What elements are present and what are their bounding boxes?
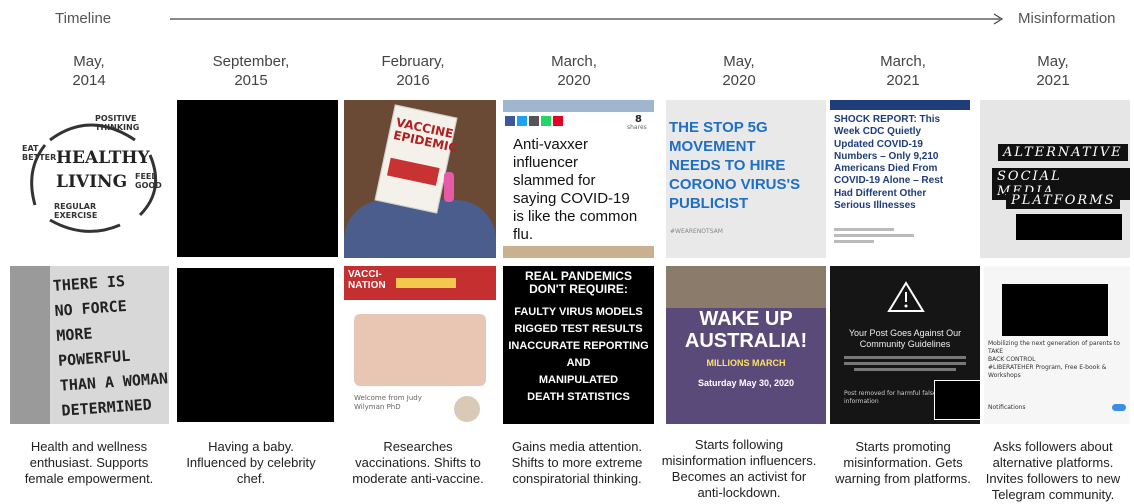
vacci-nation-banner: VACCI- NATION [348, 269, 386, 291]
channel-description: Mobilizing the next generation of parent… [988, 340, 1120, 379]
redacted-box [1016, 214, 1122, 240]
author-avatar [454, 396, 480, 422]
whatsapp-icon [541, 116, 551, 126]
byline-line-2 [834, 234, 914, 237]
timeline-label: Timeline [55, 10, 112, 27]
date-2014-05: May, 2014 [72, 53, 106, 89]
redacted-profile [1002, 284, 1108, 336]
redacted-thumbnail [934, 380, 980, 420]
date-2015-09: September, 2015 [212, 53, 290, 89]
regular-exercise-text: REGULAR EXERCISE [54, 202, 98, 220]
anti-vaxxer-headline: Anti-vaxxer influencer slammed for sayin… [513, 136, 638, 243]
healthy-living-center: HEALTHY LIVING [56, 148, 150, 192]
march-date-text: Saturday May 30, 2020 [697, 378, 795, 388]
stop-5g-meme: THE STOP 5G MOVEMENT NEEDS TO HIRE CORON… [666, 100, 826, 258]
caption-2015-09: Having a baby. Influenced by celebrity c… [186, 439, 316, 486]
notifications-toggle [1112, 404, 1126, 411]
article-topbar [503, 100, 654, 112]
community-guidelines-warning: Your Post Goes Against Our Community Gui… [830, 266, 980, 424]
banner-button [396, 278, 456, 288]
text-line-1 [844, 356, 966, 359]
byline-line-1 [834, 228, 894, 231]
date-2020-05: May, 2020 [722, 53, 756, 89]
pink-object [444, 172, 454, 202]
shock-report-headline: SHOCK REPORT: This Week CDC Quietly Upda… [834, 114, 944, 212]
caption-2020-03: Gains media attention. Shifts to more ex… [511, 439, 643, 486]
share-count-label: shares [627, 124, 647, 131]
alt-line-1: ALTERNATIVE [998, 144, 1128, 161]
misinformation-label: Misinformation [1018, 10, 1116, 27]
date-2021-03: March, 2021 [880, 53, 926, 89]
text-line-2 [844, 362, 966, 365]
date-2021-05: May, 2021 [1036, 53, 1070, 89]
real-pandemics-body: FAULTY VIRUS MODELS RIGGED TEST RESULTS … [508, 306, 649, 403]
feel-good-text: FEEL GOOD [135, 172, 162, 190]
positive-thinking-text: POSITIVE THINKING [95, 114, 140, 132]
redacted-image-2 [177, 268, 334, 422]
vacci-nation-page: VACCI- NATION Welcome from Judy Wilyman … [344, 266, 496, 424]
date-2016-02: February, 2016 [381, 53, 445, 89]
anti-vaxxer-article: 8 shares Anti-vaxxer influencer slammed … [503, 100, 654, 258]
stop-5g-text: THE STOP 5G MOVEMENT NEEDS TO HIRE CORON… [669, 119, 801, 212]
caption-2021-05: Asks followers about alternative platfor… [985, 439, 1121, 502]
no-force-text: THERE IS NO FORCE MORE POWERFUL THAN A W… [52, 272, 169, 424]
byline-line-3 [834, 240, 874, 243]
wall-shadow [10, 266, 50, 424]
warning-icon [887, 281, 925, 312]
telegram-channel-screen: Mobilizing the next generation of parent… [984, 266, 1130, 424]
wake-up-title: WAKE UP AUSTRALIA! [684, 308, 808, 352]
alternative-platforms-image: ALTERNATIVE SOCIAL MEDIA PLATFORMS [980, 100, 1130, 258]
twitter-icon [517, 116, 527, 126]
book-stripe [386, 157, 440, 186]
shock-report-article: SHOCK REPORT: This Week CDC Quietly Upda… [830, 100, 970, 258]
pinterest-icon [553, 116, 563, 126]
eat-better-text: EAT BETTER [22, 144, 57, 162]
date-2020-03: March, 2020 [551, 53, 597, 89]
email-icon [529, 116, 539, 126]
redacted-image [177, 100, 338, 257]
real-pandemics-meme: REAL PANDEMICS DON'T REQUIRE: FAULTY VIR… [503, 266, 654, 424]
notifications-label: Notifications [988, 404, 1026, 411]
site-header-bar [830, 100, 970, 110]
crowd-photo [666, 266, 826, 308]
vaccine-epidemic-title: VACCINE EPIDEMIC [392, 115, 459, 156]
vaccine-book-photo: VACCINE EPIDEMIC [344, 100, 496, 258]
alt-line-3: PLATFORMS [1006, 192, 1121, 209]
timeline-arrow [170, 13, 1004, 25]
welcome-text: Welcome from Judy Wilyman PhD [354, 394, 422, 411]
caption-2014-05: Health and wellness enthusiast. Supports… [24, 439, 154, 486]
article-photo-strip [503, 246, 654, 258]
text-line-3 [854, 368, 956, 371]
real-pandemics-title: REAL PANDEMICS DON'T REQUIRE: [525, 269, 632, 296]
healthy-living-image: HEALTHY LIVING POSITIVE THINKING FEEL GO… [10, 100, 170, 258]
post-removed-note: Post removed for harmful false informati… [844, 390, 937, 405]
guidelines-title: Your Post Goes Against Our Community Gui… [848, 328, 962, 349]
stop-5g-tag: #WEARENOTSAM [670, 228, 723, 235]
wake-up-australia-poster: WAKE UP AUSTRALIA! MILLIONS MARCH Saturd… [666, 266, 826, 424]
facebook-icon [505, 116, 515, 126]
millions-march-text: MILLIONS MARCH [706, 358, 786, 368]
caption-2020-05: Starts following misinformation influenc… [661, 437, 817, 500]
share-icons [505, 116, 575, 128]
no-force-poster: THERE IS NO FORCE MORE POWERFUL THAN A W… [10, 266, 169, 424]
caption-2021-03: Starts promoting misinformation. Gets wa… [835, 439, 971, 486]
baby-photo [354, 314, 486, 386]
caption-2016-02: Researches vaccinations. Shifts to moder… [352, 439, 484, 486]
